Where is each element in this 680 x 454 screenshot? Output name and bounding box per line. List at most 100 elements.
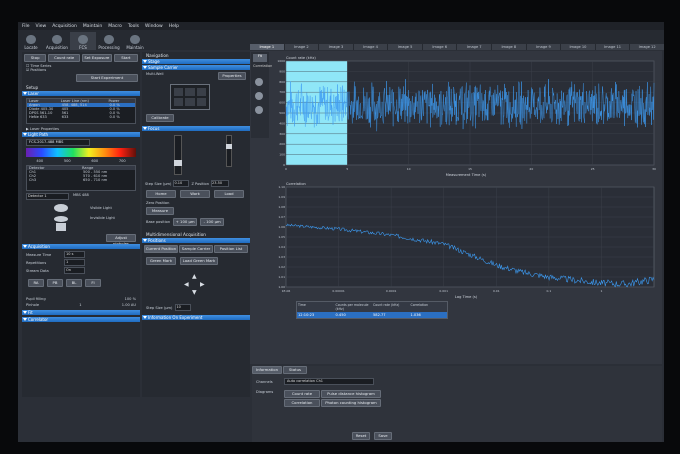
load-green-mark-button[interactable]: Load Green Mark bbox=[180, 257, 218, 265]
well[interactable] bbox=[185, 88, 195, 96]
tab-image-10[interactable]: Image 10 bbox=[561, 44, 595, 50]
toolbar-fcs-button[interactable]: FCS bbox=[70, 32, 96, 50]
setup-header[interactable]: Setup bbox=[22, 84, 140, 91]
focus-slider-thumb[interactable] bbox=[174, 160, 182, 166]
acq-field-input[interactable]: On bbox=[64, 267, 85, 274]
start-experiment-button[interactable]: Start Experiment bbox=[76, 74, 138, 82]
toolbar-processing-button[interactable]: Processing bbox=[96, 32, 122, 50]
correlation-diagram-button[interactable]: Correlation bbox=[284, 399, 320, 407]
detector-select[interactable]: Detector 1 bbox=[26, 193, 69, 200]
photon-counting-button[interactable]: Photon counting histogram bbox=[321, 399, 381, 407]
reset-button[interactable]: Reset bbox=[352, 432, 370, 440]
pulse-distance-button[interactable]: Pulse distance histogram bbox=[321, 390, 381, 398]
laser-row[interactable]: HeNe 633 633 0.0 % bbox=[27, 115, 135, 119]
arrow-left-icon[interactable]: ◀ bbox=[184, 281, 189, 288]
menu-item-macro[interactable]: Macro bbox=[108, 24, 122, 29]
tab-image-6[interactable]: Image 6 bbox=[422, 44, 457, 50]
positions-checkbox[interactable]: ☑ Positions bbox=[26, 68, 136, 72]
acq-mode-button[interactable]: RA bbox=[28, 279, 44, 287]
home-button[interactable]: Home bbox=[146, 190, 176, 198]
z-slider[interactable] bbox=[226, 135, 232, 167]
light-path-select[interactable]: FCS-2017-488 MBS bbox=[26, 139, 90, 146]
acquisition-header[interactable]: Acquisition bbox=[22, 244, 140, 249]
menu-item-maintain[interactable]: Maintain bbox=[83, 24, 102, 29]
arrow-down-icon[interactable]: ▼ bbox=[192, 289, 197, 296]
tab-image-8[interactable]: Image 8 bbox=[492, 44, 526, 50]
positions-header[interactable]: Positions bbox=[142, 238, 250, 243]
acq-mode-button[interactable]: BL bbox=[66, 279, 82, 287]
arrow-up-icon[interactable]: ▲ bbox=[192, 273, 197, 280]
tab-image-12[interactable]: Image 12 bbox=[630, 44, 664, 50]
stage-header[interactable]: Stage bbox=[142, 59, 250, 64]
load-button[interactable]: Load bbox=[214, 190, 244, 198]
adjust-pinholes-button[interactable]: Adjust pinholes bbox=[106, 234, 136, 246]
z-slider-thumb[interactable] bbox=[226, 144, 232, 149]
well-plate[interactable] bbox=[170, 84, 210, 110]
position-list-tab[interactable]: Position List bbox=[214, 245, 248, 253]
current-position-tab[interactable]: Current Position bbox=[144, 245, 178, 253]
tab-image-7[interactable]: Image 7 bbox=[457, 44, 492, 50]
work-button[interactable]: Work bbox=[180, 190, 210, 198]
well[interactable] bbox=[185, 98, 195, 106]
sample-carrier-header[interactable]: Sample Carrier bbox=[142, 65, 250, 70]
sample-carrier-tab[interactable]: Sample Carrier bbox=[179, 245, 213, 253]
ruler-icon[interactable] bbox=[255, 106, 263, 114]
well[interactable] bbox=[174, 88, 184, 96]
measure-button[interactable]: Measure bbox=[146, 207, 174, 215]
channels-select[interactable]: Auto correlation Ch1 bbox=[284, 378, 374, 385]
beam-row[interactable]: Ch3 650 - 710 nm bbox=[27, 178, 135, 182]
menu-item-tools[interactable]: Tools bbox=[128, 24, 139, 29]
step-size-field[interactable]: 0.10 bbox=[173, 180, 190, 187]
toolbar-acquisition-button[interactable]: Acquisition bbox=[44, 32, 70, 50]
well[interactable] bbox=[174, 98, 184, 106]
light-path-header[interactable]: Light Path bbox=[22, 132, 140, 137]
set-exposure-button[interactable]: Set Exposure bbox=[82, 54, 112, 62]
count-rate-diagram-button[interactable]: Count rate bbox=[284, 390, 320, 398]
information-tab[interactable]: Information bbox=[252, 366, 282, 374]
properties-button[interactable]: Properties bbox=[218, 72, 246, 80]
tab-image-3[interactable]: Image 3 bbox=[319, 44, 353, 50]
tab-image-11[interactable]: Image 11 bbox=[595, 44, 630, 50]
z-position-field[interactable]: 23.50 bbox=[211, 180, 230, 187]
tool-icon[interactable] bbox=[255, 78, 263, 86]
menu-item-acquisition[interactable]: Acquisition bbox=[52, 24, 77, 29]
correlator-header[interactable]: Correlator bbox=[22, 317, 140, 322]
status-tab[interactable]: Status bbox=[283, 366, 307, 374]
stop-button[interactable]: Stop bbox=[24, 54, 47, 62]
information-header[interactable]: Information On Experiment bbox=[142, 315, 250, 320]
laser-header[interactable]: Laser bbox=[22, 91, 140, 96]
calibrate-button[interactable]: Calibrate bbox=[146, 114, 174, 122]
well[interactable] bbox=[196, 98, 206, 106]
green-mark-button[interactable]: Green Mark bbox=[146, 257, 176, 265]
results-row[interactable]: 12:10:23 0.450 582.77 1.036 bbox=[297, 312, 447, 318]
tab-image-5[interactable]: Image 5 bbox=[388, 44, 422, 50]
toolbar-locate-button[interactable]: Locate bbox=[18, 32, 44, 50]
tab-image-1[interactable]: Image 1 bbox=[250, 44, 284, 50]
menu-item-file[interactable]: File bbox=[22, 24, 30, 29]
base-minus-button[interactable]: - 100 µm bbox=[200, 218, 225, 226]
menu-item-help[interactable]: Help bbox=[169, 24, 179, 29]
y-tick-label: 1.02 bbox=[278, 265, 285, 269]
acq-field-input[interactable]: 10 s bbox=[64, 251, 85, 258]
fit-view-button[interactable]: Fit bbox=[253, 54, 267, 62]
tab-image-9[interactable]: Image 9 bbox=[526, 44, 561, 50]
correlation-view-button[interactable]: Correlation bbox=[253, 64, 272, 72]
toolbar-maintain-button[interactable]: Maintain bbox=[122, 32, 148, 50]
focus-slider[interactable] bbox=[174, 135, 182, 175]
well[interactable] bbox=[196, 88, 206, 96]
arrow-right-icon[interactable]: ▶ bbox=[200, 281, 205, 288]
menu-item-view[interactable]: View bbox=[36, 24, 47, 29]
save-button[interactable]: Save bbox=[374, 432, 392, 440]
acq-mode-button[interactable]: FI bbox=[85, 279, 101, 287]
stage-step-field[interactable]: 10 bbox=[175, 304, 192, 311]
tab-image-4[interactable]: Image 4 bbox=[353, 44, 388, 50]
zoom-icon[interactable] bbox=[255, 92, 263, 100]
start-button[interactable]: Start bbox=[113, 54, 138, 62]
menu-item-window[interactable]: Window bbox=[145, 24, 163, 29]
tab-image-2[interactable]: Image 2 bbox=[284, 44, 319, 50]
acq-field-input[interactable]: 1 bbox=[64, 259, 85, 266]
base-plus-button[interactable]: + 100 µm bbox=[173, 218, 198, 226]
fit-header[interactable]: Fit bbox=[22, 310, 140, 315]
count-rate-button[interactable]: Count rate bbox=[48, 54, 80, 62]
acq-mode-button[interactable]: PB bbox=[47, 279, 63, 287]
